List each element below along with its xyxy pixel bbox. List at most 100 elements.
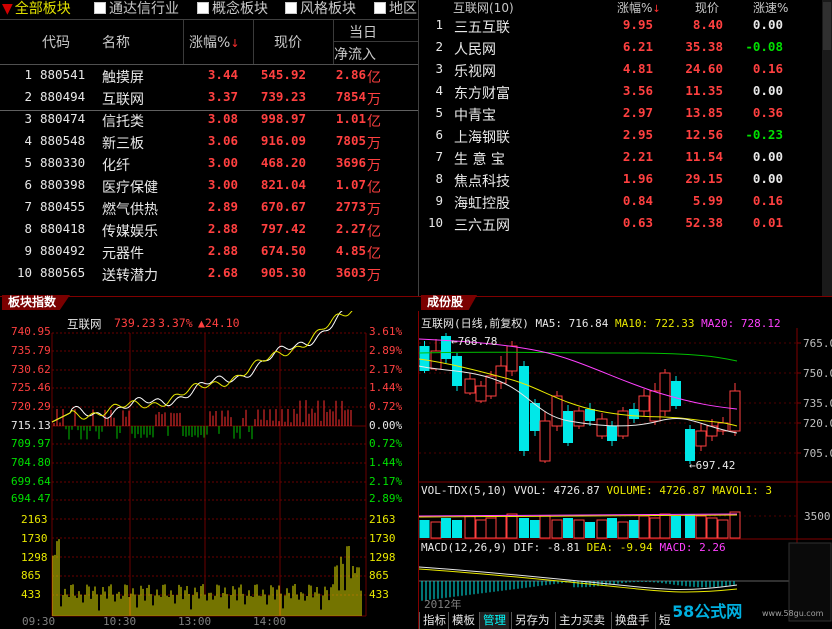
header-change[interactable]: 涨幅%↓: [189, 32, 240, 52]
row-number: 8: [8, 221, 32, 236]
stock-speed: -0.23: [739, 127, 783, 142]
row-number: 7: [8, 199, 32, 214]
stock-row[interactable]: 2 人民网 6.21 35.38 -0.08: [421, 38, 821, 60]
sector-price: 905.30: [258, 265, 306, 280]
tab-concept[interactable]: 概念板块: [197, 0, 268, 19]
pct-axis-label: 2.17%: [369, 475, 402, 488]
sector-code: 880541: [40, 67, 85, 82]
sector-netflow-unit: 万: [367, 155, 381, 175]
index-delta: ▲24.10: [198, 316, 240, 330]
sector-netflow-unit: 亿: [367, 111, 381, 131]
stock-change: 3.56: [605, 83, 653, 98]
stock-row[interactable]: 6 上海钢联 2.95 12.56 -0.23: [421, 126, 821, 148]
sector-row[interactable]: 7 880455 燃气供热 2.89 670.67 2773 万: [0, 198, 418, 220]
header-name[interactable]: 名称: [102, 32, 130, 52]
sector-change: 2.68: [196, 265, 238, 280]
candle-body: [660, 373, 670, 411]
stock-row[interactable]: 8 焦点科技 1.96 29.15 0.00: [421, 170, 821, 192]
volume-bar: [519, 518, 529, 538]
candle-body: [476, 386, 486, 401]
kline-chart[interactable]: [419, 311, 832, 629]
sector-row[interactable]: 5 880330 化纤 3.00 468.20 3696 万: [0, 154, 418, 176]
bottom-tab[interactable]: 另存为: [511, 612, 553, 629]
sector-row[interactable]: 6 880398 医疗保健 3.00 821.04 1.07 亿: [0, 176, 418, 198]
volume-bar: [639, 516, 649, 538]
stock-speed: 0.00: [739, 17, 783, 32]
volume-bar: [629, 520, 639, 538]
sort-desc-icon: ↓: [652, 4, 660, 15]
sector-name: 医疗保健: [102, 177, 158, 197]
sector-change: 3.00: [196, 177, 238, 192]
stock-table-body: 1 三五互联 9.95 8.40 0.00 2 人民网 6.21 35.38 -0.08 3 乐视网 4…: [421, 16, 826, 236]
price-axis-label: 715.13: [11, 419, 51, 432]
stock-header-speed[interactable]: 涨速%: [753, 0, 788, 16]
header-price[interactable]: 现价: [274, 32, 302, 52]
sector-index-tag[interactable]: 板块指数: [2, 295, 70, 310]
bottom-tab[interactable]: 指标: [419, 612, 449, 629]
row-number: 5: [8, 155, 32, 170]
stock-row[interactable]: 4 东方财富 3.56 11.35 0.00: [421, 82, 821, 104]
sector-row[interactable]: 8 880418 传媒娱乐 2.88 797.42 2.27 亿: [0, 220, 418, 242]
volume-axis-label: 433: [21, 588, 41, 601]
sector-name: 互联网: [102, 89, 144, 109]
tab-style[interactable]: 风格板块: [285, 0, 356, 19]
year-label: 2012年: [424, 596, 462, 612]
stock-row[interactable]: 9 海虹控股 0.84 5.99 0.16: [421, 192, 821, 214]
stock-row[interactable]: 1 三五互联 9.95 8.40 0.00: [421, 16, 821, 38]
header-day[interactable]: 当日: [349, 22, 377, 42]
sector-netflow: 1.07: [326, 177, 366, 192]
stock-change: 9.95: [605, 17, 653, 32]
volume-bar: [563, 518, 573, 538]
intraday-index-chart[interactable]: [0, 311, 418, 629]
volume-bar: [707, 518, 717, 538]
candle-body: [585, 409, 595, 421]
bottom-tab[interactable]: 短: [655, 612, 674, 629]
kline-axis-label: 750.00: [803, 367, 832, 380]
tab-all-sectors[interactable]: ▼ 全部板块: [2, 0, 71, 19]
bottom-tab[interactable]: 主力买卖: [555, 612, 608, 629]
tab-industry[interactable]: 通达信行业: [94, 0, 179, 19]
price-axis-label: 740.95: [11, 325, 51, 338]
sector-price: 797.42: [258, 221, 306, 236]
candle-body: [563, 411, 573, 443]
sector-row[interactable]: 1 880541 触摸屏 3.44 545.92 2.86 亿: [0, 66, 418, 88]
header-code[interactable]: 代码: [42, 32, 70, 52]
stock-row[interactable]: 3 乐视网 4.81 24.60 0.16: [421, 60, 821, 82]
component-stocks-tag[interactable]: 成份股: [421, 295, 477, 310]
sector-name: 信托类: [102, 111, 144, 131]
stock-row[interactable]: 5 中青宝 2.97 13.85 0.36: [421, 104, 821, 126]
sector-netflow: 7805: [326, 133, 366, 148]
scrollbar[interactable]: [822, 0, 832, 296]
sector-row[interactable]: 10 880565 送转潜力 2.68 905.30 3603 万: [0, 264, 418, 286]
low-marker: ←697.42: [689, 459, 735, 472]
sector-row[interactable]: 2 880494 互联网 3.37 739.23 7854 万: [0, 88, 418, 110]
stock-name: 人民网: [454, 39, 496, 59]
candle-body: [607, 426, 617, 441]
volume-axis-label: 433: [369, 588, 389, 601]
sector-netflow-unit: 亿: [367, 243, 381, 263]
stock-speed: 0.01: [739, 215, 783, 230]
price-axis-label: 720.29: [11, 400, 51, 413]
bottom-tab[interactable]: 管理: [479, 612, 509, 629]
tab-region[interactable]: 地区: [374, 0, 417, 19]
sector-row[interactable]: 9 880492 元器件 2.88 674.50 4.85 亿: [0, 242, 418, 264]
sector-row[interactable]: 3 880474 信托类 3.08 998.97 1.01 亿: [0, 110, 418, 132]
stock-header-price[interactable]: 现价: [695, 0, 719, 16]
checkbox-icon: [94, 2, 106, 14]
sector-code: 880494: [40, 89, 85, 104]
bottom-tab[interactable]: 模板: [448, 612, 478, 629]
stock-row[interactable]: 7 生 意 宝 2.21 11.54 0.00: [421, 148, 821, 170]
header-netflow[interactable]: 净流入: [334, 44, 376, 64]
sector-row[interactable]: 4 880548 新三板 3.06 916.09 7805 万: [0, 132, 418, 154]
pct-axis-label: 0.72%: [369, 437, 402, 450]
sector-netflow-unit: 亿: [367, 177, 381, 197]
stock-header-change[interactable]: 涨幅%↓: [617, 0, 661, 16]
scrollbar-thumb[interactable]: [823, 2, 831, 50]
stock-table-title[interactable]: 互联网(10): [453, 0, 514, 16]
stock-row[interactable]: 10 三六五网 0.63 52.38 0.01: [421, 214, 821, 236]
bottom-tab[interactable]: 换盘手: [611, 612, 653, 629]
stock-price: 52.38: [673, 215, 723, 230]
pct-axis-label: 3.61%: [369, 325, 402, 338]
sector-netflow-unit: 万: [367, 265, 381, 285]
sector-change: 3.08: [196, 111, 238, 126]
